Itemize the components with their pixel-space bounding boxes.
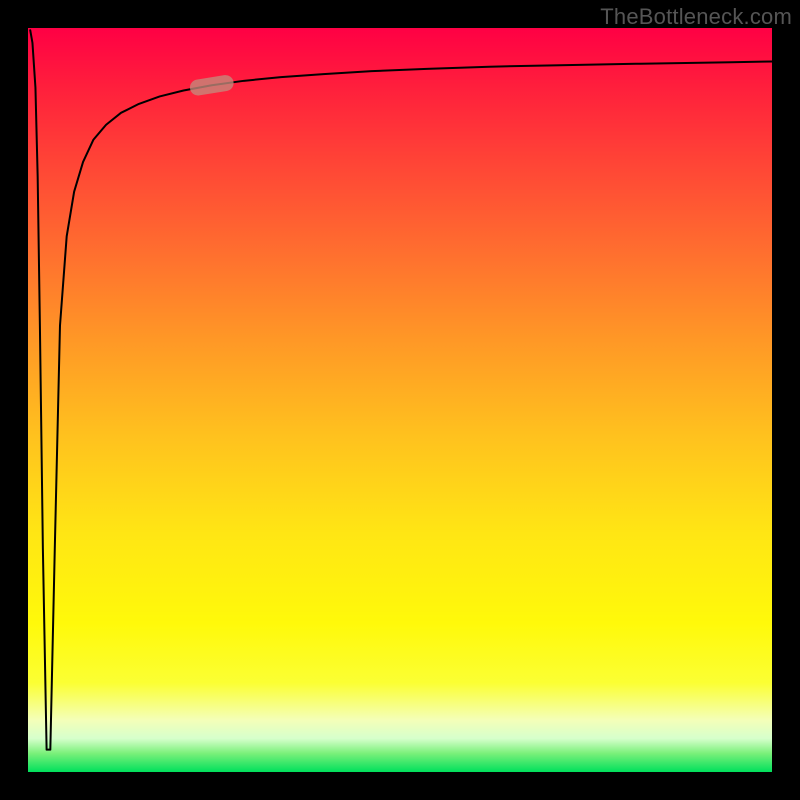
plot-area [28,28,772,772]
marker-rect [189,74,235,97]
curve-marker [189,74,235,97]
bottleneck-curve-path [30,30,772,749]
watermark-text: TheBottleneck.com [600,4,792,30]
curve-overlay [28,28,772,772]
chart-frame: TheBottleneck.com [0,0,800,800]
